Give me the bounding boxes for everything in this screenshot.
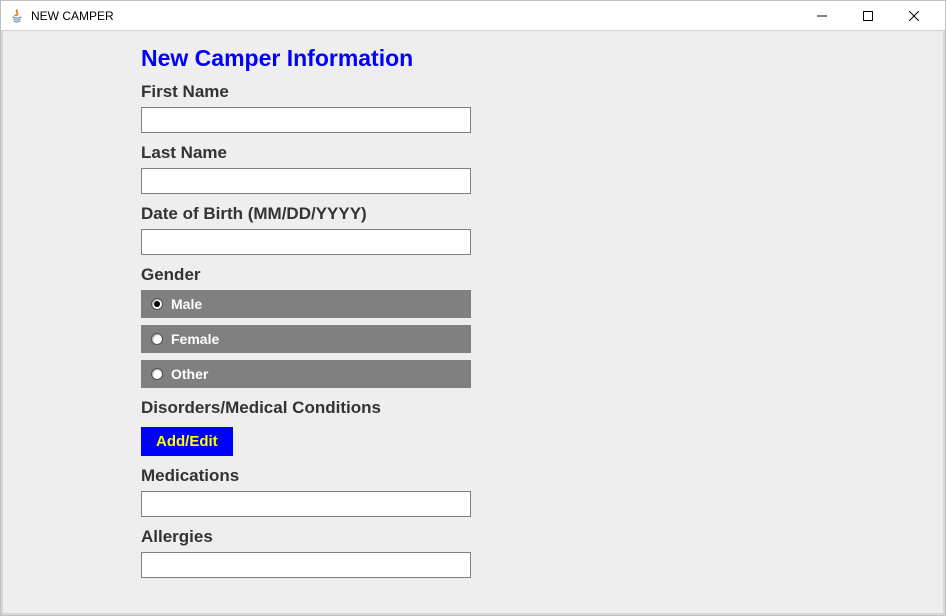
radio-icon bbox=[151, 368, 163, 380]
allergies-input[interactable] bbox=[141, 552, 471, 578]
app-window: NEW CAMPER New Camper Informatio bbox=[0, 0, 946, 616]
first-name-input[interactable] bbox=[141, 107, 471, 133]
gender-label: Gender bbox=[141, 265, 805, 285]
last-name-label: Last Name bbox=[141, 143, 805, 163]
dob-input[interactable] bbox=[141, 229, 471, 255]
medications-input[interactable] bbox=[141, 491, 471, 517]
last-name-input[interactable] bbox=[141, 168, 471, 194]
gender-other-label: Other bbox=[171, 366, 208, 382]
dob-label: Date of Birth (MM/DD/YYYY) bbox=[141, 204, 805, 224]
close-button[interactable] bbox=[891, 1, 937, 31]
form-title: New Camper Information bbox=[141, 45, 805, 72]
gender-female-label: Female bbox=[171, 331, 219, 347]
titlebar: NEW CAMPER bbox=[1, 1, 945, 31]
window-title: NEW CAMPER bbox=[31, 9, 799, 23]
radio-icon bbox=[151, 333, 163, 345]
radio-icon bbox=[151, 298, 163, 310]
gender-option-male[interactable]: Male bbox=[141, 290, 471, 318]
medications-label: Medications bbox=[141, 466, 805, 486]
gender-option-other[interactable]: Other bbox=[141, 360, 471, 388]
allergies-label: Allergies bbox=[141, 527, 805, 547]
content-area: New Camper Information First Name Last N… bbox=[1, 31, 945, 615]
java-app-icon bbox=[9, 8, 25, 24]
gender-male-label: Male bbox=[171, 296, 202, 312]
gender-option-female[interactable]: Female bbox=[141, 325, 471, 353]
maximize-button[interactable] bbox=[845, 1, 891, 31]
first-name-label: First Name bbox=[141, 82, 805, 102]
window-controls bbox=[799, 1, 937, 31]
add-edit-button[interactable]: Add/Edit bbox=[141, 427, 233, 456]
disorders-label: Disorders/Medical Conditions bbox=[141, 398, 805, 418]
minimize-button[interactable] bbox=[799, 1, 845, 31]
form-container: New Camper Information First Name Last N… bbox=[3, 31, 943, 578]
